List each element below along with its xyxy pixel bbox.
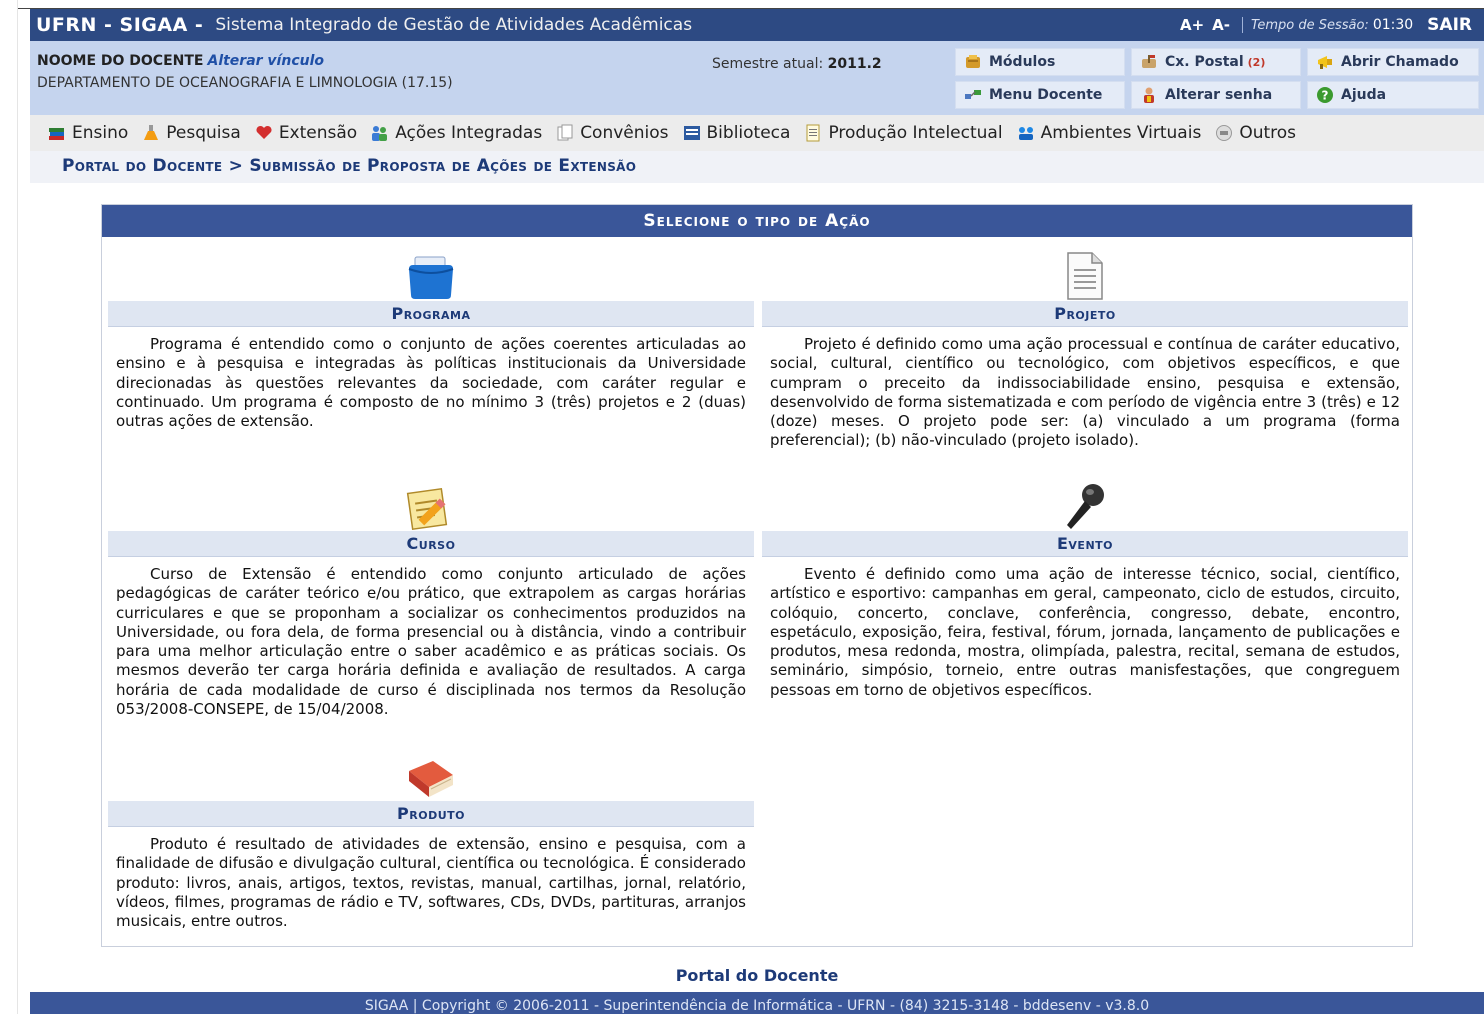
footer-bar: SIGAA | Copyright © 2006-2011 - Superint…	[30, 992, 1484, 1014]
footer-portal-link[interactable]: Portal do Docente	[0, 966, 1484, 985]
mailbox-label: Cx. Postal	[1165, 54, 1244, 70]
produto-icon-link[interactable]	[108, 739, 754, 801]
mailbox-button[interactable]: Cx. Postal (2)	[1131, 48, 1301, 76]
main-menu-bar: Ensino Pesquisa Extensão Ações Integrada…	[30, 115, 1484, 151]
app-subtitle: Sistema Integrado de Gestão de Atividade…	[215, 15, 693, 35]
menu-convenios-label: Convênios	[580, 123, 669, 143]
projeto-description: Projeto é definido como uma ação process…	[770, 335, 1400, 450]
user-info-bar: NOOME DO DOCENTE Alterar vínculo DEPARTAM…	[30, 41, 1484, 115]
documents-icon	[557, 124, 573, 141]
action-card-produto: Produto Produto é resultado de atividade…	[108, 739, 754, 931]
font-increase-button[interactable]: A+	[1180, 16, 1204, 34]
curso-title[interactable]: Curso	[108, 531, 754, 557]
tools-icon	[1216, 125, 1233, 141]
action-card-evento: Evento Evento é definido como uma ação d…	[762, 469, 1408, 700]
evento-description: Evento é definido como uma ação de inter…	[770, 565, 1400, 699]
action-card-programa: Programa Programa é entendido como o con…	[108, 239, 754, 431]
mailbox-count: (2)	[1247, 55, 1266, 69]
evento-icon-link[interactable]	[762, 469, 1408, 531]
programa-title[interactable]: Programa	[108, 301, 754, 327]
current-semester: Semestre atual: 2011.2	[712, 56, 882, 72]
menu-convenios[interactable]: Convênios	[556, 123, 669, 143]
folder-box-icon	[408, 256, 454, 299]
menu-biblioteca[interactable]: Biblioteca	[683, 123, 791, 143]
panel-title: Selecione o tipo de Ação	[102, 205, 1412, 237]
heart-hands-icon	[256, 125, 272, 139]
menu-pesquisa-label: Pesquisa	[166, 123, 241, 143]
menu-producao-label: Produção Intelectual	[828, 123, 1003, 143]
menu-acoes-integradas-label: Ações Integradas	[395, 123, 543, 143]
user-key-icon	[1144, 87, 1154, 103]
open-ticket-button[interactable]: Abrir Chamado	[1307, 48, 1479, 76]
books-icon	[49, 128, 64, 140]
teacher-menu-button[interactable]: Menu Docente	[955, 81, 1125, 109]
svg-text:?: ?	[1322, 89, 1329, 103]
semester-label: Semestre atual:	[712, 56, 824, 72]
red-book-icon	[409, 761, 453, 797]
action-type-panel: Selecione o tipo de Ação Programa Progra…	[101, 204, 1413, 947]
document-pen-icon	[806, 124, 820, 142]
action-card-projeto: Projeto Projeto é definido como uma ação…	[762, 239, 1408, 451]
open-ticket-label: Abrir Chamado	[1341, 54, 1459, 70]
menu-ambientes-label: Ambientes Virtuais	[1040, 123, 1202, 143]
teacher-menu-label: Menu Docente	[989, 87, 1103, 103]
logout-button[interactable]: SAIR	[1427, 15, 1472, 35]
menu-ensino[interactable]: Ensino	[48, 123, 128, 143]
user-name-line: NOOME DO DOCENTE Alterar vínculo	[37, 53, 324, 69]
produto-title[interactable]: Produto	[108, 801, 754, 827]
semester-value: 2011.2	[827, 56, 882, 72]
menu-biblioteca-label: Biblioteca	[706, 123, 791, 143]
projeto-title[interactable]: Projeto	[762, 301, 1408, 327]
virtual-env-icon	[1018, 127, 1033, 140]
user-name: NOOME DO DOCENTE	[37, 53, 204, 69]
curso-icon-link[interactable]	[108, 469, 754, 531]
menu-pesquisa[interactable]: Pesquisa	[142, 123, 241, 143]
modules-button[interactable]: Módulos	[955, 48, 1125, 76]
document-icon	[1067, 252, 1103, 300]
session-time: 01:30	[1372, 17, 1414, 33]
help-button[interactable]: ? Ajuda	[1307, 81, 1479, 109]
breadcrumb: Portal do Docente > Submissão de Propost…	[30, 151, 1484, 183]
change-password-button[interactable]: Alterar senha	[1131, 81, 1301, 109]
evento-title[interactable]: Evento	[762, 531, 1408, 557]
menu-extensao-label: Extensão	[278, 123, 358, 143]
flask-icon	[144, 125, 159, 140]
megaphone-icon	[1318, 56, 1332, 69]
header-separator	[1242, 17, 1243, 33]
action-card-curso: Curso Curso de Extensão é entendido como…	[108, 469, 754, 719]
programa-description: Programa é entendido como o conjunto de …	[116, 335, 746, 431]
produto-description: Produto é resultado de atividades de ext…	[116, 835, 746, 931]
menu-extensao[interactable]: Extensão	[255, 123, 357, 143]
microphone-icon	[1067, 484, 1104, 529]
change-link[interactable]: Alterar vínculo	[207, 53, 324, 69]
menu-ambientes[interactable]: Ambientes Virtuais	[1017, 123, 1202, 143]
app-brand: UFRN - SIGAA -	[36, 14, 204, 36]
top-header: UFRN - SIGAA - Sistema Integrado de Gest…	[30, 9, 1484, 41]
people-icon	[372, 126, 388, 141]
modules-label: Módulos	[989, 54, 1056, 70]
user-department: DEPARTAMENTO DE OCEANOGRAFIA E LIMNOLOGI…	[37, 75, 453, 91]
programa-icon-link[interactable]	[108, 239, 754, 301]
menu-outros[interactable]: Outros	[1215, 123, 1296, 143]
help-icon: ?	[1317, 87, 1333, 103]
header-right: A+ A- Tempo de Sessão: 01:30 SAIR	[1180, 15, 1484, 35]
notepad-pencil-icon	[406, 487, 448, 531]
menu-outros-label: Outros	[1239, 123, 1297, 143]
help-label: Ajuda	[1341, 87, 1387, 103]
breadcrumb-text: Portal do Docente > Submissão de Propost…	[62, 156, 637, 176]
menu-producao[interactable]: Produção Intelectual	[804, 123, 1003, 143]
curso-description: Curso de Extensão é entendido como conju…	[116, 565, 746, 719]
change-password-label: Alterar senha	[1165, 87, 1273, 103]
window-left-edge	[0, 0, 18, 1014]
menu-arrows-icon	[965, 90, 981, 99]
session-label: Tempo de Sessão:	[1251, 17, 1369, 33]
modules-icon	[966, 55, 980, 68]
menu-ensino-label: Ensino	[72, 123, 129, 143]
projeto-icon-link[interactable]	[762, 239, 1408, 301]
library-icon	[683, 126, 700, 140]
mailbox-icon	[1142, 55, 1156, 68]
font-decrease-button[interactable]: A-	[1212, 16, 1230, 34]
menu-acoes-integradas[interactable]: Ações Integradas	[371, 123, 542, 143]
